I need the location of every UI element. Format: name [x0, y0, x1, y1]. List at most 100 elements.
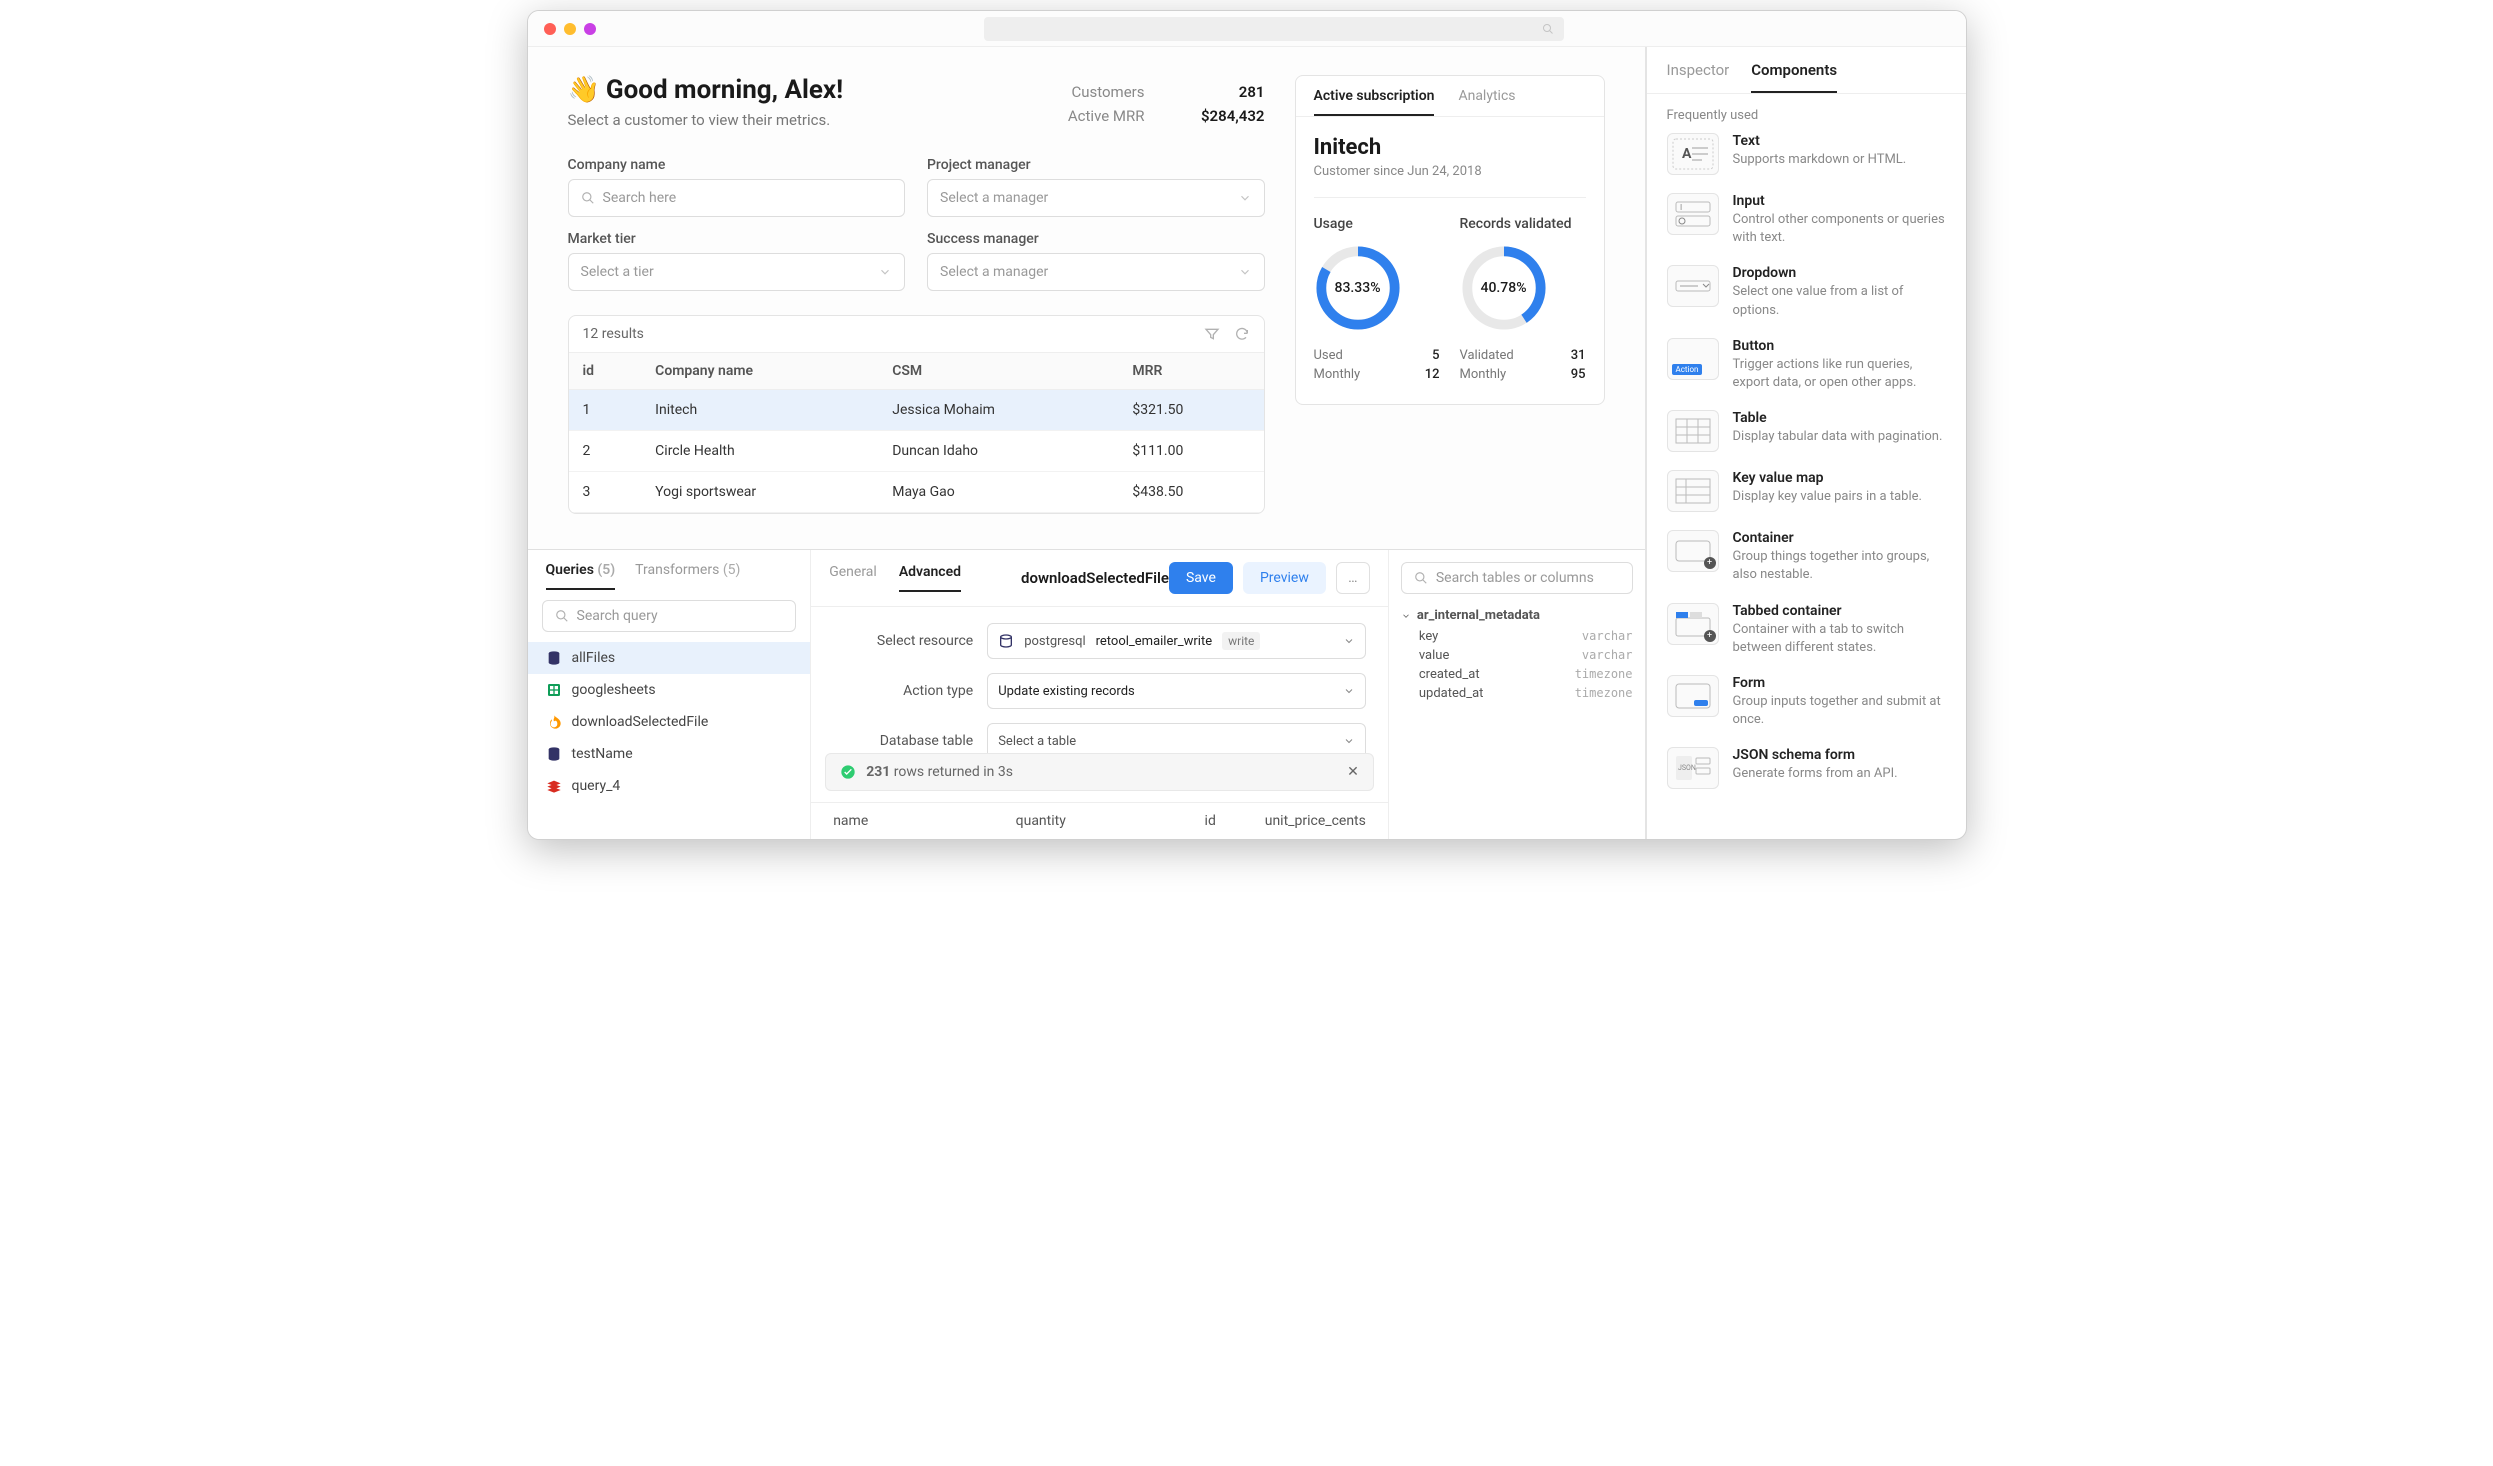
action-label: Action type	[833, 683, 973, 699]
component-key-value-map[interactable]: Key value mapDisplay key value pairs in …	[1667, 470, 1946, 512]
tab-transformers[interactable]: Transformers (5)	[635, 562, 740, 590]
records-donut: 40.78%	[1460, 244, 1548, 332]
page-subtitle: Select a customer to view their metrics.	[568, 111, 844, 129]
schema-column[interactable]: created_attimezone	[1419, 665, 1633, 684]
component-table[interactable]: TableDisplay tabular data with paginatio…	[1667, 410, 1946, 452]
query-title: downloadSelectedFile	[1021, 569, 1169, 587]
sheet-icon	[546, 682, 562, 698]
pm-select[interactable]: Select a manager	[927, 179, 1265, 217]
col-company[interactable]: Company name	[641, 353, 878, 390]
schema-search-input[interactable]: Search tables or columns	[1401, 562, 1633, 594]
dropdown-icon	[1667, 265, 1719, 307]
table-row[interactable]: 1InitechJessica Mohaim$321.50	[569, 390, 1264, 431]
svg-text:I: I	[1680, 203, 1682, 212]
tab-queries[interactable]: Queries (5)	[546, 562, 616, 590]
db-icon	[546, 746, 562, 762]
header-stats: Customers281 Active MRR$284,432	[1068, 75, 1265, 157]
query-item-testName[interactable]: testName	[528, 738, 811, 770]
resource-select[interactable]: postgresql retool_emailer_write write	[987, 623, 1366, 659]
component-button[interactable]: ActionButtonTrigger actions like run que…	[1667, 338, 1946, 392]
component-form[interactable]: FormGroup inputs together and submit at …	[1667, 675, 1946, 729]
query-item-googlesheets[interactable]: googlesheets	[528, 674, 811, 706]
sm-label: Success manager	[927, 231, 1265, 247]
query-item-query_4[interactable]: query_4	[528, 770, 811, 802]
table-row[interactable]: 2Circle HealthDuncan Idaho$111.00	[569, 431, 1264, 472]
usage-donut: 83.33%	[1314, 244, 1402, 332]
table-row[interactable]: 3Yogi sportswearMaya Gao$438.50	[569, 472, 1264, 513]
schema-column[interactable]: valuevarchar	[1419, 646, 1633, 665]
top-search[interactable]	[984, 17, 1564, 41]
search-icon	[555, 609, 569, 623]
tab-active-subscription[interactable]: Active subscription	[1314, 88, 1435, 116]
text-icon: A	[1667, 133, 1719, 175]
db-icon	[546, 650, 562, 666]
component-tabbed-container[interactable]: +Tabbed containerContainer with a tab to…	[1667, 603, 1946, 657]
tier-label: Market tier	[568, 231, 906, 247]
chevron-down-icon	[1401, 611, 1411, 621]
result-columns: name quantity id unit_price_cents	[811, 802, 1388, 839]
results-table-card: 12 results id Company name CSM	[568, 315, 1265, 514]
component-dropdown[interactable]: DropdownSelect one value from a list of …	[1667, 265, 1946, 319]
query-item-allFiles[interactable]: allFiles	[528, 642, 811, 674]
redis-icon	[546, 778, 562, 794]
svg-text:JSON: JSON	[1678, 764, 1696, 772]
usage-label: Usage	[1314, 216, 1440, 232]
query-toast: 231 rows returned in 3s ✕	[825, 753, 1374, 791]
component-json-schema-form[interactable]: JSONJSON schema formGenerate forms from …	[1667, 747, 1946, 789]
schema-table[interactable]: ar_internal_metadata	[1401, 604, 1633, 627]
company-search-input[interactable]: Search here	[568, 179, 906, 217]
kvm-icon	[1667, 470, 1719, 512]
col-id[interactable]: id	[569, 353, 642, 390]
button-icon: Action	[1667, 338, 1719, 380]
pm-label: Project manager	[927, 157, 1265, 173]
company-label: Company name	[568, 157, 906, 173]
components-section: Frequently used	[1667, 108, 1946, 123]
tabbed-icon: +	[1667, 603, 1719, 645]
filter-icon[interactable]	[1204, 326, 1220, 342]
schema-column[interactable]: keyvarchar	[1419, 627, 1633, 646]
tier-select[interactable]: Select a tier	[568, 253, 906, 291]
preview-button[interactable]: Preview	[1243, 562, 1326, 594]
resource-label: Select resource	[833, 633, 973, 649]
toast-close-icon[interactable]: ✕	[1347, 764, 1359, 780]
tab-inspector[interactable]: Inspector	[1667, 61, 1730, 93]
component-container[interactable]: +ContainerGroup things together into gro…	[1667, 530, 1946, 584]
chevron-down-icon	[1343, 685, 1355, 697]
chevron-down-icon	[1238, 191, 1252, 205]
container-icon: +	[1667, 530, 1719, 572]
save-button[interactable]: Save	[1169, 562, 1233, 594]
schema-column[interactable]: updated_attimezone	[1419, 684, 1633, 703]
minimize-dot[interactable]	[564, 23, 576, 35]
component-input[interactable]: IInputControl other components or querie…	[1667, 193, 1946, 247]
search-icon	[1542, 23, 1554, 35]
refresh-icon[interactable]	[1234, 326, 1250, 342]
more-button[interactable]: …	[1336, 562, 1370, 594]
query-item-downloadSelectedFile[interactable]: downloadSelectedFile	[528, 706, 811, 738]
input-icon: I	[1667, 193, 1719, 235]
dbtable-label: Database table	[833, 733, 973, 749]
records-label: Records validated	[1460, 216, 1586, 232]
chevron-down-icon	[1238, 265, 1252, 279]
results-count: 12 results	[583, 326, 644, 342]
search-icon	[581, 191, 595, 205]
window-titlebar	[528, 11, 1966, 47]
tab-analytics[interactable]: Analytics	[1458, 88, 1515, 116]
chevron-down-icon	[878, 265, 892, 279]
col-mrr[interactable]: MRR	[1118, 353, 1263, 390]
tab-advanced[interactable]: Advanced	[899, 564, 961, 592]
component-text[interactable]: ATextSupports markdown or HTML.	[1667, 133, 1946, 175]
action-select[interactable]: Update existing records	[987, 673, 1366, 709]
tab-general[interactable]: General	[829, 564, 877, 592]
tab-components[interactable]: Components	[1751, 61, 1837, 93]
chevron-down-icon	[1343, 735, 1355, 747]
maximize-dot[interactable]	[584, 23, 596, 35]
check-icon	[840, 764, 856, 780]
json-icon: JSON	[1667, 747, 1719, 789]
close-dot[interactable]	[544, 23, 556, 35]
detail-since: Customer since Jun 24, 2018	[1314, 164, 1586, 198]
postgres-icon	[998, 633, 1014, 649]
sm-select[interactable]: Select a manager	[927, 253, 1265, 291]
query-search-input[interactable]: Search query	[542, 600, 797, 632]
col-csm[interactable]: CSM	[878, 353, 1118, 390]
search-icon	[1414, 571, 1428, 585]
